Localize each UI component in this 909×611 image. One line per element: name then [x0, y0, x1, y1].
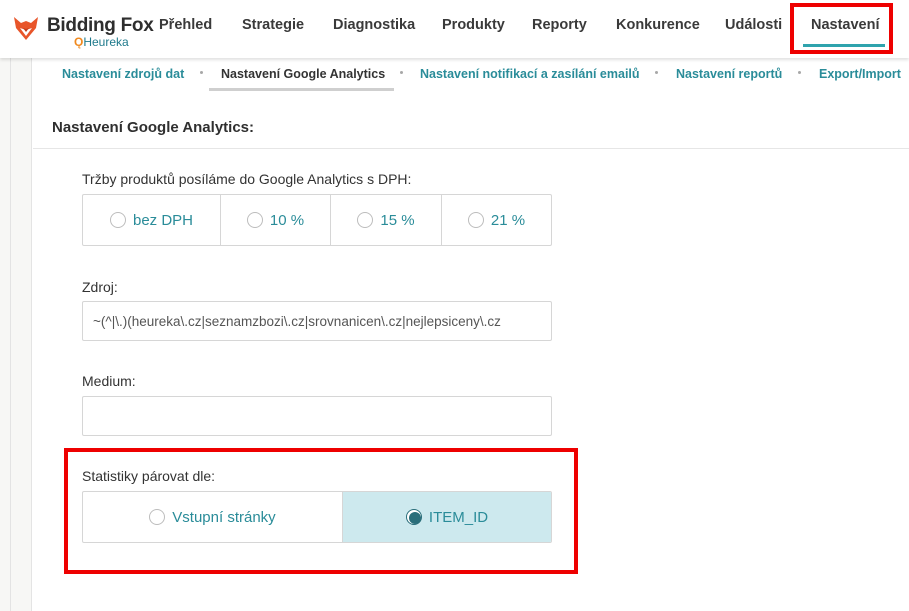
vat-option-label: bez DPH: [132, 211, 194, 229]
radio-icon: [357, 212, 374, 228]
vat-option-label: 21 %: [490, 211, 526, 229]
nav-item-strategie[interactable]: Strategie: [242, 17, 304, 33]
source-input[interactable]: ~(^|\.)(heureka\.cz|seznamzbozi\.cz|srov…: [82, 301, 552, 341]
subnav-reports[interactable]: Nastavení reportů: [676, 67, 782, 81]
medium-label: Medium:: [82, 373, 136, 389]
radio-icon: [467, 212, 484, 228]
highlight-box-pairing: [64, 448, 578, 574]
vat-option-10[interactable]: 10 %: [221, 195, 331, 245]
radio-icon: [246, 212, 263, 228]
medium-input[interactable]: [82, 396, 552, 436]
nav-item-diagnostika[interactable]: Diagnostika: [333, 17, 415, 33]
nav-item-udalosti[interactable]: Události: [725, 17, 782, 33]
source-label: Zdroj:: [82, 279, 118, 295]
vat-label: Tržby produktů posíláme do Google Analyt…: [82, 171, 412, 187]
nav-item-prehled[interactable]: Přehled: [159, 17, 212, 33]
brand-subtitle: ǪHeureka: [74, 35, 129, 49]
top-navigation-bar: Bidding Fox ǪHeureka Přehled Strategie D…: [0, 0, 909, 58]
subnav-separator: [655, 71, 658, 74]
subnav-data-sources[interactable]: Nastavení zdrojů dat: [62, 67, 184, 81]
subnav-google-analytics[interactable]: Nastavení Google Analytics: [221, 67, 385, 81]
subnav-notifications[interactable]: Nastavení notifikací a zasílání emailů: [420, 67, 640, 81]
radio-icon: [109, 212, 126, 228]
vat-option-21[interactable]: 21 %: [442, 195, 551, 245]
vat-option-label: 10 %: [269, 211, 305, 229]
nav-item-konkurence[interactable]: Konkurence: [616, 17, 700, 33]
nav-item-produkty[interactable]: Produkty: [442, 17, 505, 33]
subnav-active-indicator: [209, 88, 394, 91]
heureka-mark-icon: Ǫ: [74, 35, 84, 49]
section-title: Nastavení Google Analytics:: [52, 119, 255, 136]
nav-item-reporty[interactable]: Reporty: [532, 17, 587, 33]
vat-radio-group: bez DPH 10 % 15 % 21 %: [82, 194, 552, 246]
bidding-fox-logo[interactable]: Bidding Fox ǪHeureka: [12, 12, 154, 50]
subnav-separator: [798, 71, 801, 74]
brand-title: Bidding Fox: [47, 15, 154, 36]
vat-option-15[interactable]: 15 %: [331, 195, 442, 245]
brand-subtitle-text: Heureka: [83, 35, 129, 49]
subnav-export-import[interactable]: Export/Import: [819, 67, 901, 81]
sidebar-rule: [10, 58, 11, 611]
left-sidebar-strip: [0, 58, 32, 611]
vat-option-label: 15 %: [380, 211, 415, 229]
vat-option-none[interactable]: bez DPH: [83, 195, 221, 245]
highlight-box-nav: [790, 3, 893, 54]
section-divider: [33, 148, 909, 149]
fox-logo-icon: [14, 17, 38, 40]
subnav-separator: [400, 71, 403, 74]
subnav-separator: [200, 71, 203, 74]
